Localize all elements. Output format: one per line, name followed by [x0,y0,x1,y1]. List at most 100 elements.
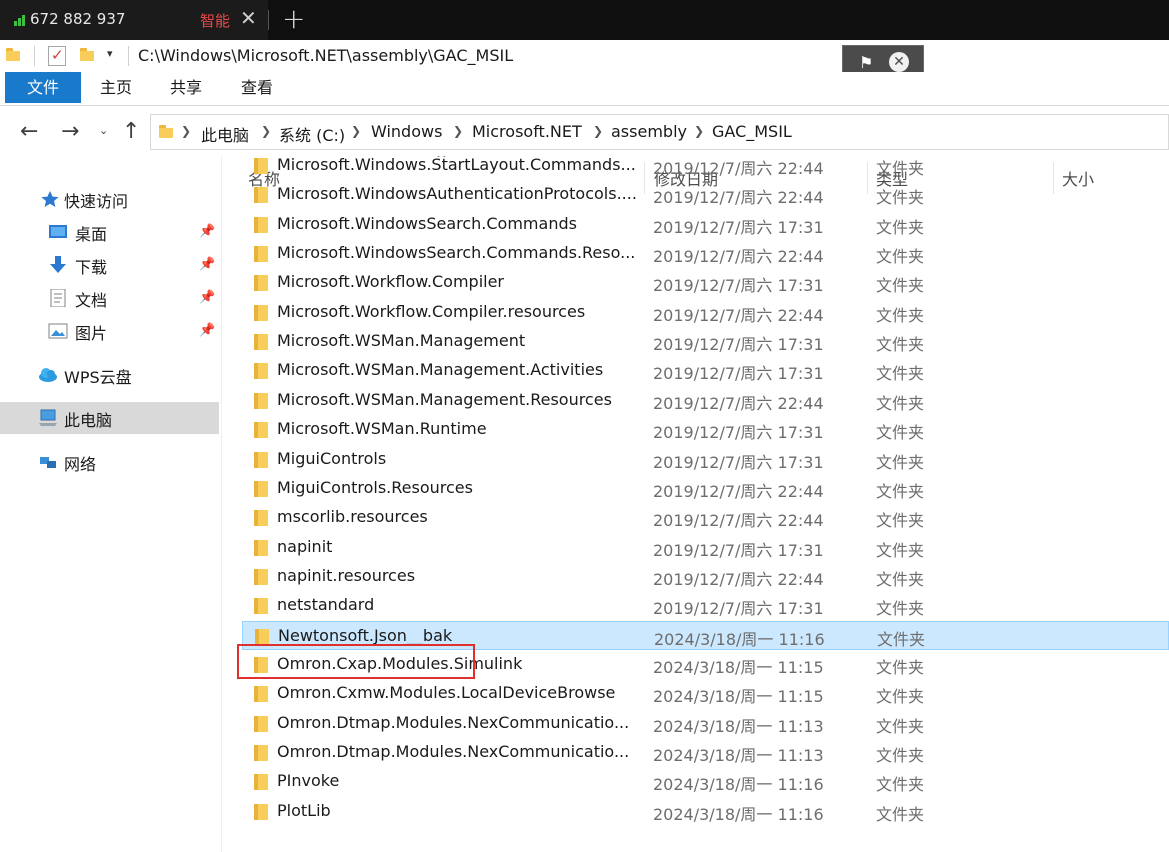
pin-icon[interactable]: 📌 [199,257,215,272]
file-modified-date: 2019/12/7/周六 22:44 [653,188,824,208]
file-row[interactable]: Microsoft.WSMan.Management.Resources 2019… [242,386,1169,415]
file-modified-date: 2019/12/7/周六 17:31 [653,276,824,296]
file-row[interactable]: PInvoke 2024/3/18/周一 11:16 文件夹 [242,767,1169,796]
file-row[interactable]: Microsoft.Workflow.Compiler.resources 201… [242,298,1169,327]
file-row[interactable]: Microsoft.WindowsSearch.Commands 2019/12/… [242,210,1169,239]
sidebar-item-wps-cloud[interactable]: WPS云盘 [0,359,219,391]
file-row[interactable]: Microsoft.WindowsSearch.Commands.Reso...… [242,239,1169,268]
file-row[interactable]: Microsoft.WSMan.Management 2019/12/7/周六 1… [242,327,1169,356]
pin-icon[interactable]: 📌 [199,323,215,338]
new-tab-button[interactable]: + [282,2,305,35]
pin-icon[interactable]: 📌 [199,290,215,305]
file-row[interactable]: Omron.Dtmap.Modules.NexCommunicatio... 20… [242,709,1169,738]
sidebar-item-documents[interactable]: 文档 📌 [0,282,219,314]
file-row[interactable]: netstandard 2019/12/7/周六 17:31 文件夹 [242,591,1169,620]
properties-icon[interactable] [48,46,66,66]
file-modified-date: 2019/12/7/周六 17:31 [653,423,824,443]
file-modified-date: 2024/3/18/周一 11:13 [653,716,824,736]
file-row[interactable]: Microsoft.Workflow.Compiler 2019/12/7/周六 … [242,268,1169,297]
folder-icon [254,803,268,820]
file-row[interactable]: mscorlib.resources 2019/12/7/周六 22:44 文件夹 [242,503,1169,532]
chevron-right-icon[interactable]: ❯ [351,124,361,138]
chevron-right-icon[interactable]: ❯ [694,124,704,138]
file-type: 文件夹 [876,599,925,619]
remote-session-tab[interactable]: 672 882 937 智能 ✕ [0,0,268,40]
sidebar-item-this-pc[interactable]: 此电脑 [0,402,219,434]
customize-toolbar-dropdown[interactable]: ▾ [107,47,113,60]
file-row[interactable]: PlotLib 2024/3/18/周一 11:16 文件夹 [242,797,1169,826]
file-list: ^ 名称 修改日期 类型 大小 Microsoft.Windows.StartL… [222,156,1169,852]
folder-icon [254,334,268,351]
file-modified-date: 2019/12/7/周六 17:31 [653,540,824,560]
file-row[interactable]: Omron.Dtmap.Modules.NexCommunicatio... 20… [242,738,1169,767]
breadcrumb-gac-msil[interactable]: GAC_MSIL [712,122,792,141]
file-type: 文件夹 [876,364,925,384]
file-row[interactable]: Microsoft.WSMan.Management.Activities 201… [242,356,1169,385]
folder-icon [254,598,268,615]
window-title-bar: ▾ C:\Windows\Microsoft.NET\assembly\GAC_… [0,40,1169,72]
breadcrumb-microsoft-net[interactable]: Microsoft.NET [472,122,582,141]
file-row[interactable]: MiguiControls 2019/12/7/周六 17:31 文件夹 [242,445,1169,474]
file-row[interactable]: napinit.resources 2019/12/7/周六 22:44 文件夹 [242,562,1169,591]
recent-locations-button[interactable]: ⌄ [99,124,108,137]
file-name: MiguiControls [277,448,387,468]
sidebar-item-pictures[interactable]: 图片 📌 [0,315,219,347]
file-type: 文件夹 [876,159,925,178]
folder-icon [254,568,268,585]
flag-icon[interactable]: ⚑ [859,53,873,72]
folder-icon [254,510,268,527]
file-row[interactable]: Omron.Cxmw.Modules.LocalDeviceBrowse 2024… [242,679,1169,708]
up-button[interactable]: ↑ [122,119,140,144]
file-row[interactable]: MiguiControls.Resources 2019/12/7/周六 22:4… [242,474,1169,503]
file-name: PInvoke [277,771,340,791]
sidebar-item-network[interactable]: 网络 [0,446,219,478]
back-button[interactable]: ← [20,119,38,144]
file-name: napinit.resources [277,565,416,585]
file-name: Microsoft.WSMan.Management.Resources [277,389,612,409]
close-tab-icon[interactable]: ✕ [240,6,257,30]
file-type: 文件夹 [876,247,925,267]
close-icon[interactable]: ✕ [889,52,909,72]
forward-button[interactable]: → [61,119,79,144]
address-bar[interactable]: ❯ 此电脑 ❯ 系统 (C:) ❯ Windows ❯ Microsoft.NE… [150,114,1169,150]
sidebar-item-label: 下载 [75,258,108,277]
toolbar-divider [128,46,129,66]
chevron-right-icon[interactable]: ❯ [453,124,463,138]
sidebar-item-downloads[interactable]: 下载 📌 [0,249,219,281]
chevron-right-icon[interactable]: ❯ [181,124,191,138]
breadcrumb-system-drive[interactable]: 系统 (C:) [279,122,345,146]
file-type: 文件夹 [876,746,925,765]
file-row[interactable]: Microsoft.Windows.StartLayout.Commands..… [242,156,1169,180]
breadcrumb-this-pc[interactable]: 此电脑 [201,122,249,146]
tab-mode-label: 智能 [200,12,231,30]
file-modified-date: 2024/3/18/周一 11:15 [653,657,824,677]
file-name: Microsoft.WSMan.Runtime [277,419,487,439]
tab-view[interactable]: 查看 [241,72,273,103]
file-row[interactable]: Microsoft.WSMan.Runtime 2019/12/7/周六 17:3… [242,415,1169,444]
folder-icon [254,158,268,174]
file-modified-date: 2024/3/18/周一 11:15 [653,687,824,707]
tab-share[interactable]: 共享 [170,72,202,103]
folder-icon [254,422,268,439]
folder-icon [254,246,268,263]
file-name: Omron.Dtmap.Modules.NexCommunicatio... [277,742,630,761]
sidebar-item-desktop[interactable]: 桌面 📌 [0,216,219,248]
chevron-right-icon[interactable]: ❯ [261,124,271,138]
new-folder-icon[interactable] [80,48,94,61]
sidebar-item-quick-access[interactable]: 快速访问 [0,183,219,215]
pin-icon[interactable]: 📌 [199,224,215,239]
window-title: C:\Windows\Microsoft.NET\assembly\GAC_MS… [138,46,514,65]
file-row[interactable]: Microsoft.WindowsAuthenticationProtocols… [242,180,1169,209]
file-type: 文件夹 [876,540,925,560]
breadcrumb-windows[interactable]: Windows [371,122,442,141]
folder-icon [254,451,268,468]
folder-icon [255,628,269,645]
tab-home[interactable]: 主页 [100,72,132,103]
breadcrumb-assembly[interactable]: assembly [611,122,687,141]
ribbon-tabs: 文件 主页 共享 查看 [0,72,1169,106]
chevron-right-icon[interactable]: ❯ [593,124,603,138]
file-modified-date: 2019/12/7/周六 22:44 [653,393,824,413]
sidebar-item-label: 图片 [75,324,108,343]
tab-file[interactable]: 文件 [5,72,81,103]
file-row[interactable]: napinit 2019/12/7/周六 17:31 文件夹 [242,533,1169,562]
